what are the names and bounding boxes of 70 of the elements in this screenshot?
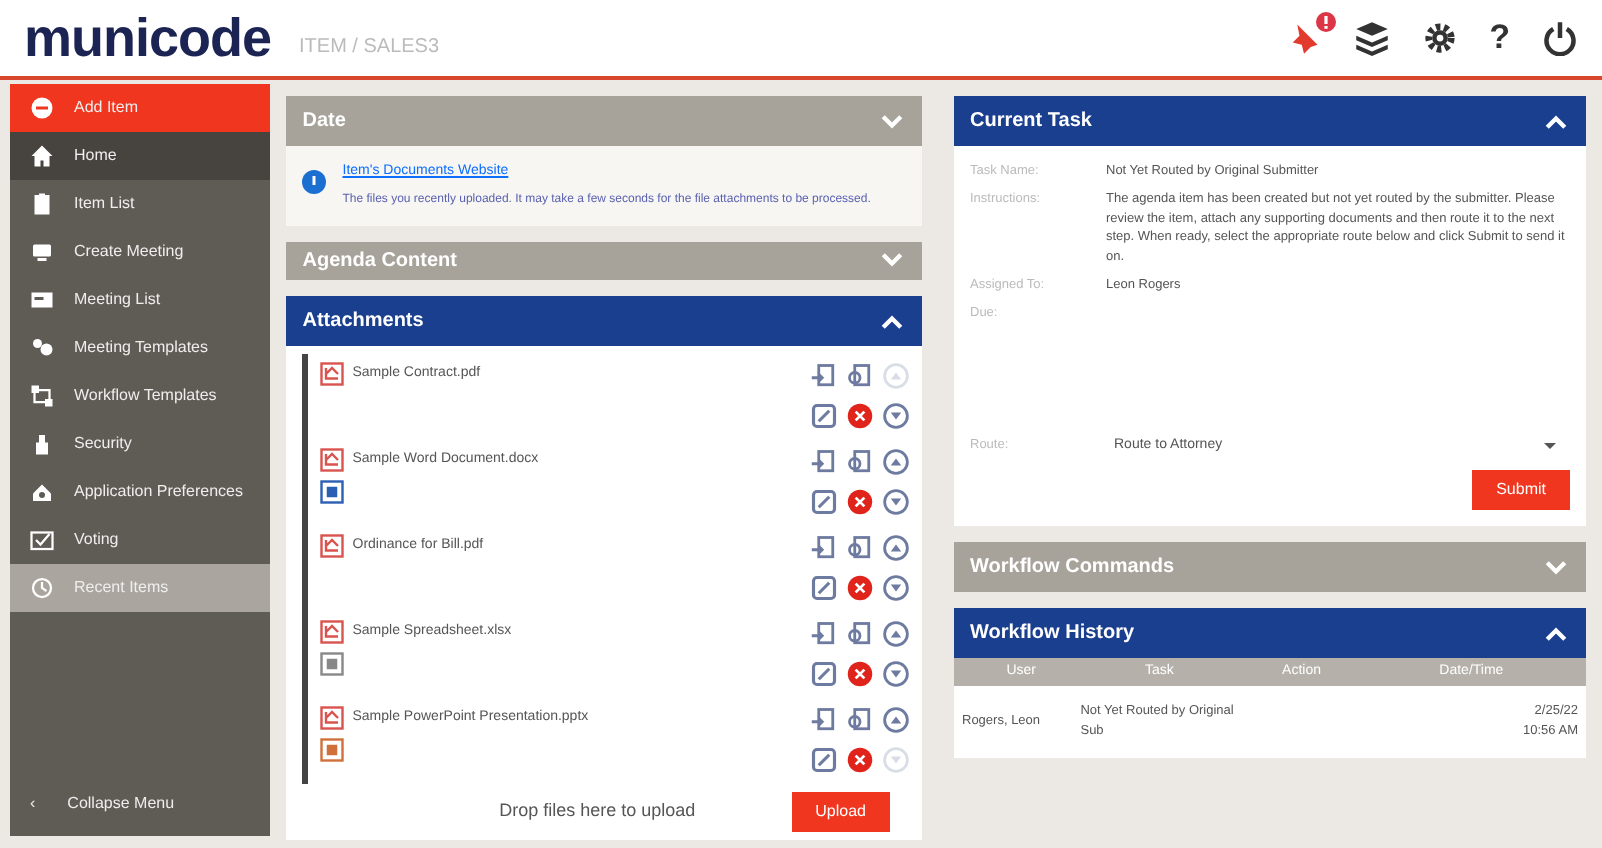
document-refresh-icon[interactable] bbox=[846, 448, 874, 476]
sidebar-item[interactable]: Item List bbox=[10, 180, 271, 228]
card-icon bbox=[30, 288, 54, 312]
spreadsheet-file-icon bbox=[320, 652, 345, 676]
document-arrow-icon[interactable] bbox=[810, 706, 838, 734]
monitor-icon bbox=[30, 240, 54, 264]
document-arrow-icon[interactable] bbox=[810, 534, 838, 562]
document-arrow-icon[interactable] bbox=[810, 362, 838, 390]
document-arrow-icon[interactable] bbox=[810, 620, 838, 648]
sidebar-item[interactable]: Voting bbox=[10, 516, 271, 564]
clock-icon bbox=[30, 576, 54, 600]
home-icon bbox=[30, 144, 54, 168]
clipboard-icon bbox=[30, 192, 54, 216]
power-icon[interactable] bbox=[1542, 20, 1578, 56]
edit-icon[interactable] bbox=[810, 659, 838, 687]
panel-title: Attachments bbox=[302, 308, 424, 336]
sidebar-item[interactable]: Add Item bbox=[10, 84, 271, 132]
document-refresh-icon[interactable] bbox=[846, 362, 874, 390]
edit-icon[interactable] bbox=[810, 401, 838, 429]
sidebar-item[interactable]: Home bbox=[10, 132, 271, 180]
panel-header[interactable]: Workflow History bbox=[954, 608, 1586, 658]
minus-circle-icon bbox=[30, 96, 54, 120]
alert-badge-icon bbox=[1315, 12, 1336, 32]
sidebar-item[interactable]: Workflow Templates bbox=[10, 372, 271, 420]
sidebar-item[interactable]: Meeting List bbox=[10, 276, 271, 324]
edit-icon[interactable] bbox=[810, 573, 838, 601]
panel-header[interactable]: Attachments bbox=[286, 296, 922, 346]
drop-hint: Drop files here to upload bbox=[499, 798, 696, 825]
document-refresh-icon[interactable] bbox=[846, 534, 874, 562]
people-icon bbox=[30, 336, 54, 360]
document-refresh-icon[interactable] bbox=[846, 620, 874, 648]
document-refresh-icon[interactable] bbox=[846, 706, 874, 734]
delete-icon[interactable] bbox=[846, 487, 874, 515]
house-gear-icon bbox=[30, 480, 54, 504]
pdf-file-icon bbox=[320, 448, 345, 472]
settings-icon[interactable] bbox=[1421, 20, 1458, 56]
help-button[interactable]: ? bbox=[1489, 12, 1510, 64]
sidebar-item[interactable]: Application Preferences bbox=[10, 468, 271, 516]
sidebar-item[interactable]: Security bbox=[10, 420, 271, 468]
submit-button[interactable]: Submit bbox=[1472, 470, 1570, 510]
collapse-menu-button[interactable]: ‹ Collapse Menu bbox=[10, 780, 271, 828]
panel-title: Agenda Content bbox=[302, 247, 457, 276]
document-arrow-icon[interactable] bbox=[810, 448, 838, 476]
edit-icon[interactable] bbox=[810, 487, 838, 515]
delete-icon[interactable] bbox=[846, 659, 874, 687]
upload-button[interactable]: Upload bbox=[791, 792, 890, 832]
checkbox-icon bbox=[30, 528, 54, 552]
delete-icon[interactable] bbox=[846, 401, 874, 429]
breadcrumb: ITEM / SALES3 bbox=[299, 33, 440, 61]
pdf-file-icon bbox=[320, 534, 345, 558]
stack-icon[interactable] bbox=[1353, 20, 1390, 56]
edit-icon[interactable] bbox=[810, 745, 838, 773]
logo: municode bbox=[24, 11, 272, 65]
sidebar-item[interactable]: Meeting Templates bbox=[10, 324, 271, 372]
panel-header[interactable]: Current Task bbox=[954, 96, 1586, 146]
pdf-file-icon bbox=[320, 620, 345, 644]
panel-title: Current Task bbox=[970, 108, 1092, 136]
sidebar-item[interactable]: Create Meeting bbox=[10, 228, 271, 276]
workflow-icon bbox=[30, 384, 54, 408]
pdf-file-icon bbox=[320, 362, 345, 386]
delete-icon[interactable] bbox=[846, 745, 874, 773]
pdf-file-icon bbox=[320, 706, 345, 730]
word-file-icon bbox=[320, 480, 345, 504]
info-icon bbox=[302, 170, 327, 194]
panel-title: Workflow Commands bbox=[970, 554, 1175, 582]
delete-icon[interactable] bbox=[846, 573, 874, 601]
panel-title: Date bbox=[302, 108, 346, 136]
slides-file-icon bbox=[320, 738, 345, 762]
lock-icon bbox=[30, 432, 54, 456]
panel-title: Workflow History bbox=[970, 620, 1135, 648]
